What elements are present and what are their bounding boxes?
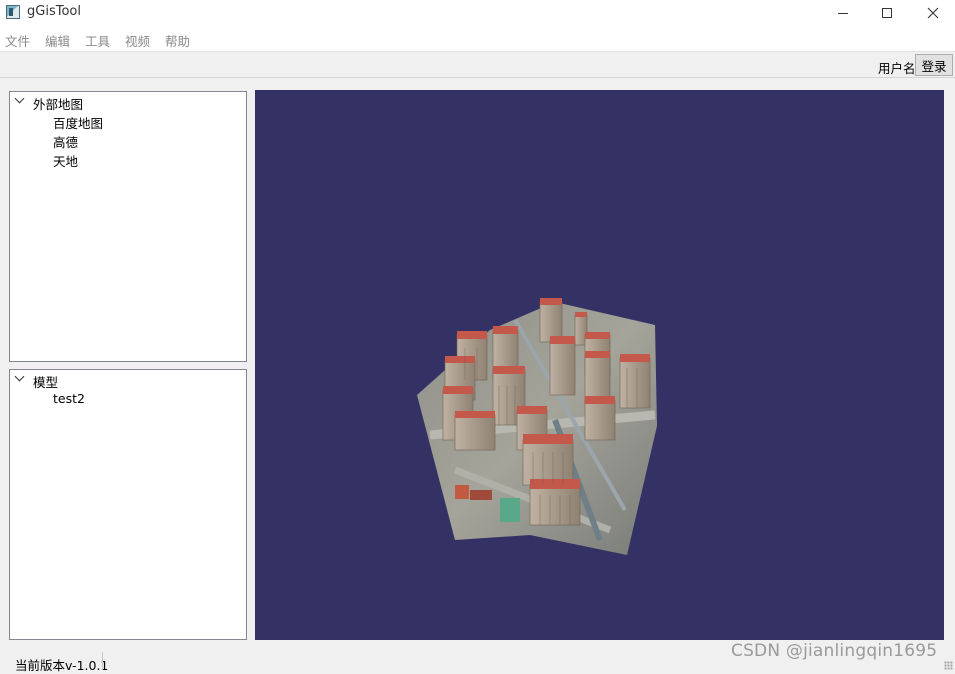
maximize-icon <box>882 8 892 18</box>
resize-grip-icon[interactable] <box>944 661 953 670</box>
tree-node-models[interactable]: 模型 <box>33 372 58 391</box>
city-model-render <box>417 298 657 555</box>
title-bar: gGisTool <box>0 0 955 26</box>
menu-bar: 文件 编辑 工具 视频 帮助 <box>0 26 955 52</box>
window-title: gGisTool <box>27 4 81 19</box>
tree-node-baidu-map[interactable]: 百度地图 <box>53 113 103 132</box>
login-button[interactable]: 登录 <box>915 54 953 76</box>
menu-tools[interactable]: 工具 <box>85 31 110 50</box>
map-tree-panel[interactable]: 外部地图 百度地图 高德 天地 <box>9 91 247 362</box>
watermark: CSDN @jianlingqin1695 <box>731 641 938 661</box>
version-label: 当前版本v-1.0.1 <box>15 658 109 673</box>
app-icon <box>6 5 20 19</box>
minimize-button[interactable] <box>820 0 866 26</box>
minimize-icon <box>838 12 848 14</box>
tree-node-tianditu[interactable]: 天地 <box>53 151 78 170</box>
menu-video[interactable]: 视频 <box>125 31 150 50</box>
menu-edit[interactable]: 编辑 <box>45 31 70 50</box>
chevron-down-icon[interactable] <box>14 371 25 382</box>
menu-help[interactable]: 帮助 <box>165 31 190 50</box>
menu-file[interactable]: 文件 <box>5 31 30 50</box>
tree-node-gaode[interactable]: 高德 <box>53 132 78 151</box>
maximize-button[interactable] <box>864 0 910 26</box>
3d-viewport[interactable] <box>255 90 944 640</box>
tree-node-test2[interactable]: test2 <box>53 391 85 406</box>
toolbar: 用户名 登录 <box>0 52 955 78</box>
close-icon <box>927 7 939 19</box>
main-window: gGisTool 文件 编辑 工具 视频 帮助 用户名 登录 外部地图 百度地图… <box>0 0 955 673</box>
model-tree-panel[interactable]: 模型 test2 <box>9 369 247 640</box>
close-button[interactable] <box>910 0 955 26</box>
status-divider <box>102 652 103 670</box>
username-label: 用户名 <box>878 61 916 76</box>
tree-node-external-maps[interactable]: 外部地图 <box>33 94 83 113</box>
chevron-down-icon[interactable] <box>14 93 25 104</box>
